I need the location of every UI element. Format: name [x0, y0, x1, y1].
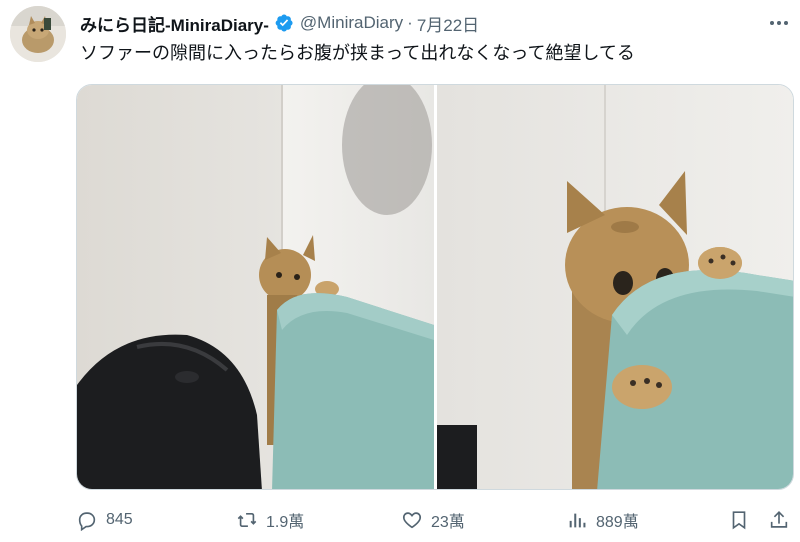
reply-icon [78, 512, 96, 531]
bookmark-button[interactable] [728, 504, 750, 536]
views-button[interactable]: 889萬 [566, 504, 639, 536]
media-grid [76, 84, 794, 490]
reply-button[interactable]: 845 [76, 504, 133, 536]
tweet-text: ソファーの隙間に入ったらお腹が挟まって出れなくなって絶望してる [80, 43, 635, 63]
user-handle[interactable]: @MiniraDiary [300, 13, 403, 33]
tweet-date[interactable]: 7月22日 [417, 11, 479, 36]
bookmark-icon [732, 511, 746, 530]
header-separator: · [407, 13, 413, 32]
views-icon [569, 513, 586, 528]
display-name[interactable]: みにら日記-MiniraDiary- [80, 11, 269, 36]
more-options-icon[interactable] [764, 12, 794, 34]
verified-badge-icon [275, 14, 293, 32]
retweet-icon [237, 512, 257, 528]
photo-cat-wide[interactable] [77, 85, 434, 489]
reply-count: 845 [106, 511, 133, 528]
views-count: 889萬 [596, 514, 639, 531]
heart-icon [402, 512, 422, 529]
like-button[interactable]: 23萬 [401, 504, 465, 536]
avatar[interactable] [10, 6, 66, 62]
photo-cat-closeup[interactable] [437, 85, 793, 489]
retweet-button[interactable]: 1.9萬 [236, 504, 304, 536]
action-bar: 845 1.9萬 23萬 889萬 [76, 504, 794, 536]
tweet-header: みにら日記-MiniraDiary- @MiniraDiary · 7月22日 [80, 9, 479, 37]
cat-avatar-image [10, 6, 66, 62]
share-icon [770, 511, 788, 528]
like-count: 23萬 [431, 514, 465, 531]
share-button[interactable] [768, 504, 790, 536]
retweet-count: 1.9萬 [266, 514, 305, 531]
